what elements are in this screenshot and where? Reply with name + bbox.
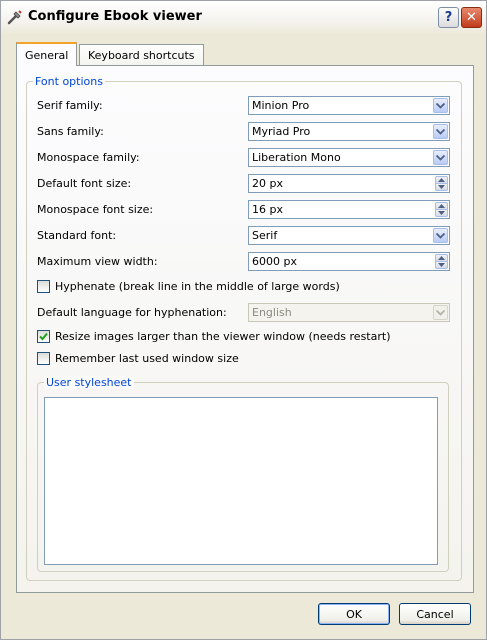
serif-family-combo[interactable]: Minion Pro: [248, 96, 450, 115]
monospace-font-size-value: 16 px: [252, 203, 283, 216]
hyphenate-checkbox[interactable]: [37, 280, 50, 293]
user-stylesheet-title: User stylesheet: [44, 376, 134, 389]
remember-window-size-label: Remember last used window size: [55, 352, 239, 365]
user-stylesheet-group: User stylesheet: [37, 376, 449, 572]
spin-down-icon[interactable]: [435, 262, 448, 269]
tools-icon: [7, 10, 22, 25]
sans-family-combo[interactable]: Myriad Pro: [248, 122, 450, 141]
default-font-size-spinbox[interactable]: 20 px: [248, 174, 450, 193]
sans-family-label: Sans family:: [37, 125, 104, 138]
monospace-font-size-spinbox[interactable]: 16 px: [248, 200, 450, 219]
ok-button[interactable]: OK: [318, 603, 390, 625]
cancel-button[interactable]: Cancel: [399, 603, 471, 625]
title-bar[interactable]: Configure Ebook viewer ? ✕: [1, 1, 486, 35]
resize-images-checkbox[interactable]: [37, 330, 50, 343]
close-icon: ✕: [466, 10, 477, 25]
standard-font-combo[interactable]: Serif: [248, 226, 450, 245]
standard-font-value: Serif: [252, 229, 278, 242]
user-stylesheet-textarea[interactable]: [44, 397, 438, 565]
monospace-font-size-label: Monospace font size:: [37, 203, 154, 216]
tab-keyboard-shortcuts-label: Keyboard shortcuts: [88, 49, 195, 62]
tab-general-label: General: [25, 48, 69, 62]
ok-button-label: OK: [346, 607, 362, 621]
tab-keyboard-shortcuts[interactable]: Keyboard shortcuts: [79, 44, 204, 66]
window-title: Configure Ebook viewer: [28, 9, 202, 24]
tab-general[interactable]: General: [16, 42, 78, 66]
serif-family-value: Minion Pro: [252, 99, 310, 112]
close-button[interactable]: ✕: [461, 7, 482, 28]
spin-up-icon[interactable]: [435, 202, 448, 210]
checkmark-icon: [39, 332, 48, 341]
resize-images-checkbox-row[interactable]: Resize images larger than the viewer win…: [37, 330, 390, 343]
configure-dialog: Configure Ebook viewer ? ✕ General Keybo…: [0, 0, 487, 640]
chevron-down-icon[interactable]: [433, 228, 448, 243]
hyphenation-language-label: Default language for hyphenation:: [37, 306, 227, 319]
spin-down-icon[interactable]: [435, 184, 448, 191]
serif-family-label: Serif family:: [37, 99, 103, 112]
hyphenation-language-value: English: [252, 306, 292, 319]
max-view-width-spinbox[interactable]: 6000 px: [248, 252, 450, 271]
remember-window-size-checkbox[interactable]: [37, 352, 50, 365]
standard-font-label: Standard font:: [37, 229, 117, 242]
default-font-size-value: 20 px: [252, 177, 283, 190]
spin-up-icon[interactable]: [435, 176, 448, 184]
hyphenation-language-combo[interactable]: English: [248, 303, 450, 322]
max-view-width-label: Maximum view width:: [37, 255, 158, 268]
chevron-down-icon[interactable]: [433, 150, 448, 165]
chevron-down-icon[interactable]: [433, 98, 448, 113]
font-options-title: Font options: [33, 75, 105, 88]
help-icon: ?: [444, 10, 453, 25]
chevron-down-icon[interactable]: [433, 305, 448, 320]
cancel-button-label: Cancel: [416, 607, 454, 621]
remember-window-size-checkbox-row[interactable]: Remember last used window size: [37, 352, 239, 365]
chevron-down-icon[interactable]: [433, 124, 448, 139]
default-font-size-label: Default font size:: [37, 177, 132, 190]
hyphenate-checkbox-row[interactable]: Hyphenate (break line in the middle of l…: [37, 280, 340, 293]
hyphenate-label: Hyphenate (break line in the middle of l…: [55, 280, 340, 293]
monospace-family-combo[interactable]: Liberation Mono: [248, 148, 450, 167]
resize-images-label: Resize images larger than the viewer win…: [55, 330, 391, 343]
sans-family-value: Myriad Pro: [252, 125, 311, 138]
font-options-group: Font options Serif family: Minion Pro Sa…: [26, 75, 462, 581]
max-view-width-value: 6000 px: [252, 255, 297, 268]
monospace-family-label: Monospace family:: [37, 151, 140, 164]
general-tab-pane: Font options Serif family: Minion Pro Sa…: [16, 65, 474, 593]
spin-down-icon[interactable]: [435, 210, 448, 217]
spin-up-icon[interactable]: [435, 254, 448, 262]
monospace-family-value: Liberation Mono: [252, 151, 341, 164]
help-button[interactable]: ?: [438, 7, 459, 28]
